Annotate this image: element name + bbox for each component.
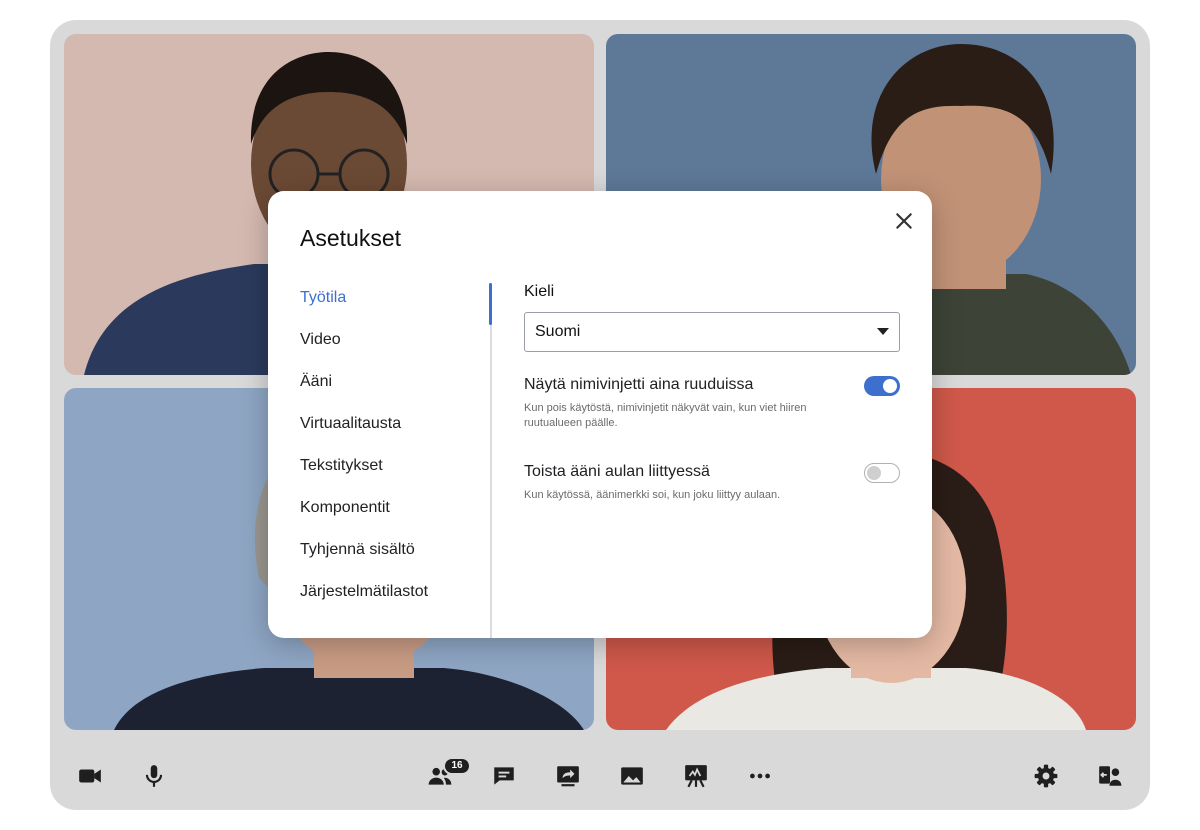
nav-item-components[interactable]: Komponentit (300, 493, 390, 523)
participants-count-badge: 16 (443, 757, 471, 775)
microphone-icon (145, 765, 163, 787)
gear-icon (1034, 764, 1058, 788)
camera-icon (79, 769, 101, 783)
chevron-down-icon (877, 328, 889, 335)
screen-share-icon (557, 766, 579, 787)
name-tag-setting-description: Kun pois käytöstä, nimivinjetit näkyvät … (524, 402, 807, 429)
nav-item-virtual-background[interactable]: Virtuaalitausta (300, 409, 401, 439)
close-icon (896, 213, 912, 229)
participants-button[interactable]: 16 (418, 754, 471, 798)
microphone-button[interactable] (132, 754, 176, 798)
more-options-button[interactable] (738, 754, 782, 798)
settings-nav: Työtila Video Ääni Virtuaalitausta Tekst… (268, 283, 490, 628)
lobby-sound-toggle[interactable] (864, 463, 900, 483)
media-button[interactable] (610, 754, 654, 798)
nav-item-workspace[interactable]: Työtila (300, 283, 346, 313)
language-select[interactable]: Suomi (524, 312, 900, 352)
nav-divider (490, 283, 492, 638)
language-label: Kieli (524, 283, 555, 300)
nav-item-audio[interactable]: Ääni (300, 367, 332, 397)
lobby-sound-setting-title: Toista ääni aulan liittyessä (524, 463, 710, 480)
more-horizontal-icon (750, 773, 770, 779)
toggle-knob (867, 466, 881, 480)
nav-item-captions[interactable]: Tekstitykset (300, 451, 383, 481)
whiteboard-button[interactable] (674, 754, 718, 798)
lobby-sound-setting-description: Kun käytössä, äänimerkki soi, kun joku l… (524, 489, 781, 501)
name-tag-toggle[interactable] (864, 376, 900, 396)
toggle-knob (883, 379, 897, 393)
language-select-value: Suomi (535, 323, 581, 340)
camera-button[interactable] (68, 754, 112, 798)
person-settings-icon (1099, 766, 1122, 786)
nav-item-clear-content[interactable]: Tyhjennä sisältö (300, 535, 415, 565)
dialog-title: Asetukset (300, 225, 401, 251)
settings-button[interactable] (1024, 754, 1068, 798)
chat-icon (494, 767, 514, 785)
chat-button[interactable] (482, 754, 526, 798)
screen-share-button[interactable] (546, 754, 590, 798)
whiteboard-icon (685, 765, 707, 788)
name-tag-setting-title: Näytä nimivinjetti aina ruuduissa (524, 376, 754, 393)
profile-settings-button[interactable] (1088, 754, 1132, 798)
nav-item-system-stats[interactable]: Järjestelmätilastot (300, 577, 428, 607)
nav-active-indicator (489, 283, 492, 325)
settings-dialog: Asetukset Työtila Video Ääni Virtuaalita… (268, 191, 932, 638)
meeting-toolbar: 16 (50, 742, 1150, 810)
close-button[interactable] (890, 207, 918, 235)
image-icon (621, 767, 643, 785)
nav-item-video[interactable]: Video (300, 325, 341, 355)
